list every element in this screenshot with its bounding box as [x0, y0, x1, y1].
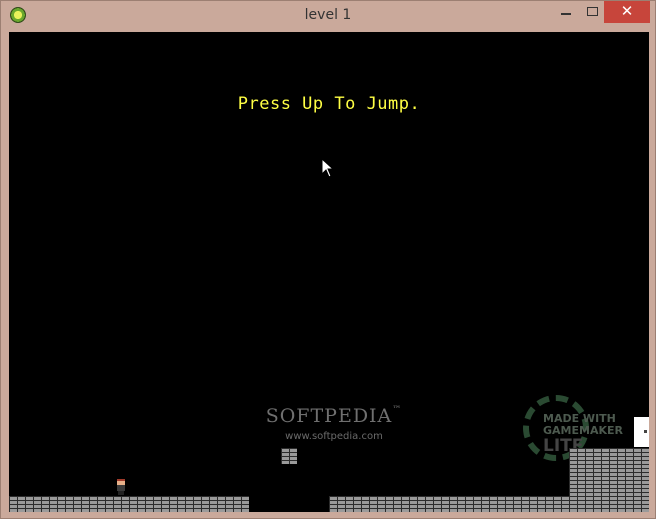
jump-hint-text: Press Up To Jump. [237, 94, 421, 114]
brick-floor-left [9, 496, 249, 512]
softpedia-watermark: SOFTPEDIA™ www.softpedia.com [264, 405, 404, 442]
game-canvas[interactable]: Press Up To Jump. SOFTPEDIA™ www.softped… [9, 32, 649, 512]
player-legs [118, 491, 124, 495]
watermark-name: SOFTPEDIA™ [265, 405, 403, 427]
player-hair [117, 479, 125, 481]
close-icon: ✕ [620, 2, 634, 20]
minimize-button[interactable] [554, 1, 578, 23]
close-button[interactable]: ✕ [604, 1, 650, 23]
watermark-url: www.softpedia.com [285, 431, 383, 442]
brick-floor-right [329, 496, 649, 512]
exit-door [634, 417, 649, 447]
title-bar[interactable]: level 1 ✕ [1, 1, 655, 30]
game-window: level 1 ✕ Press Up To Jump. SOFTPEDIA™ w… [0, 0, 656, 519]
mouse-cursor-icon [321, 158, 335, 178]
floating-brick-block [281, 448, 297, 464]
maximize-button[interactable] [580, 1, 604, 23]
brick-stair [569, 448, 649, 496]
player-character [117, 479, 125, 495]
